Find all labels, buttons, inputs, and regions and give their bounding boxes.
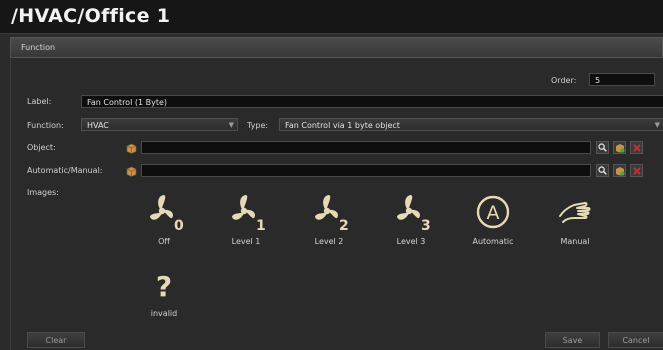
image-off[interactable]: 0 Off	[124, 192, 204, 246]
automanual-input[interactable]	[141, 164, 591, 177]
box-add-icon[interactable]	[613, 164, 626, 177]
type-value: Fan Control via 1 byte object	[285, 121, 400, 130]
svg-text:2: 2	[339, 218, 349, 232]
automanual-label: Automatic/Manual:	[27, 166, 103, 175]
fan-1-icon: 1	[232, 195, 266, 232]
fan-2-icon: 2	[315, 195, 349, 232]
image-caption: Manual	[560, 237, 590, 246]
function-panel: Order: 5 ▲▼ Label: Fan Control (1 Byte) …	[10, 59, 663, 350]
function-select[interactable]: HVAC ▼	[81, 118, 238, 131]
image-caption: Level 1	[231, 237, 261, 246]
cancel-button[interactable]: Cancel	[608, 332, 663, 348]
question-icon: ?	[156, 270, 172, 303]
box-icon[interactable]	[126, 143, 137, 154]
svg-text:3: 3	[421, 218, 431, 232]
delete-icon[interactable]	[630, 141, 643, 154]
delete-icon[interactable]	[630, 164, 643, 177]
image-level-1[interactable]: 1 Level 1	[206, 192, 286, 246]
object-input[interactable]	[141, 141, 591, 154]
chevron-down-icon: ▼	[228, 121, 234, 129]
hand-icon	[559, 202, 591, 223]
title-bar: /HVAC/Office 1	[0, 0, 663, 34]
box-add-icon[interactable]	[613, 141, 626, 154]
panel-header: Function	[10, 37, 663, 58]
fan-0-icon: 0	[150, 195, 184, 232]
image-invalid[interactable]: ? invalid	[124, 264, 204, 318]
order-value: 5	[595, 76, 601, 85]
svg-text:1: 1	[256, 218, 266, 232]
automatic-icon: A	[476, 195, 510, 229]
svg-text:A: A	[487, 202, 500, 224]
clear-button[interactable]: Clear	[27, 332, 85, 348]
editor-window: /HVAC/Office 1 Function Order: 5 ▲▼ Labe…	[0, 0, 663, 350]
image-automatic[interactable]: A Automatic	[453, 192, 533, 246]
label-input[interactable]: Fan Control (1 Byte)	[81, 95, 663, 108]
box-icon[interactable]	[126, 166, 137, 177]
label-value: Fan Control (1 Byte)	[87, 98, 167, 107]
save-button[interactable]: Save	[545, 332, 600, 348]
function-value: HVAC	[87, 121, 109, 130]
order-label: Order:	[551, 76, 577, 85]
image-manual[interactable]: Manual	[535, 192, 615, 246]
image-caption: Level 2	[314, 237, 344, 246]
images-label: Images:	[27, 188, 59, 197]
page-title: /HVAC/Office 1	[11, 5, 171, 27]
type-label: Type:	[247, 121, 269, 130]
image-caption: Level 3	[396, 237, 426, 246]
object-label: Object:	[27, 143, 56, 152]
search-icon[interactable]	[596, 164, 609, 177]
label-label: Label:	[27, 97, 52, 106]
fan-3-icon: 3	[397, 195, 431, 232]
svg-text:?: ?	[156, 270, 172, 303]
image-level-2[interactable]: 2 Level 2	[289, 192, 369, 246]
svg-text:0: 0	[174, 218, 184, 232]
image-caption: Automatic	[472, 237, 514, 246]
image-caption: invalid	[150, 309, 178, 318]
function-label: Function:	[27, 121, 64, 130]
order-input[interactable]: 5 ▲▼	[589, 73, 655, 86]
image-caption: Off	[158, 237, 170, 246]
type-select[interactable]: Fan Control via 1 byte object ▼	[279, 118, 663, 131]
chevron-down-icon: ▼	[654, 121, 660, 129]
search-icon[interactable]	[596, 141, 609, 154]
image-level-3[interactable]: 3 Level 3	[371, 192, 451, 246]
panel-heading: Function	[21, 43, 56, 52]
order-stepper-icon[interactable]: ▲▼	[654, 73, 655, 86]
